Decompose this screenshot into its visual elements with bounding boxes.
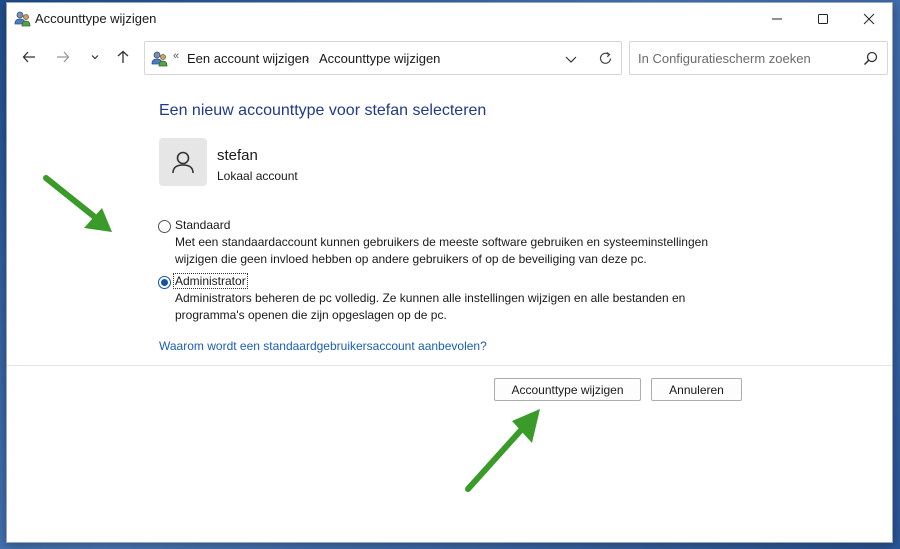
administrator-description-line1: Administrators beheren de pc volledig. Z… [175, 291, 686, 305]
breadcrumb-change-account-type[interactable]: Accounttype wijzigen [319, 51, 440, 66]
arrow-up-icon [117, 50, 129, 63]
chevron-right-icon: › [305, 50, 310, 65]
standard-radio[interactable] [158, 220, 171, 233]
search-icon [863, 51, 878, 66]
user-name: stefan [217, 147, 258, 164]
users-icon [14, 11, 31, 27]
standard-label[interactable]: Standaard [175, 218, 230, 232]
users-icon [151, 51, 168, 67]
arrow-left-icon [22, 51, 35, 63]
cancel-button[interactable]: Annuleren [651, 378, 742, 401]
close-icon [863, 13, 875, 25]
help-link[interactable]: Waarom wordt een standaardgebruikersacco… [159, 339, 487, 353]
standard-description-line2: wijzigen die geen invloed hebben op ande… [175, 252, 647, 266]
recent-locations-button[interactable] [85, 47, 105, 67]
refresh-icon[interactable] [597, 50, 614, 67]
address-bar[interactable]: « Een account wijzigen › Accounttype wij… [144, 41, 622, 75]
search-input[interactable]: In Configuratiescherm zoeken [629, 41, 888, 75]
change-account-type-button[interactable]: Accounttype wijzigen [494, 378, 641, 401]
window-controls [754, 3, 892, 35]
administrator-description-line2: programma's openen die zijn opgeslagen o… [175, 308, 447, 322]
avatar [159, 138, 207, 186]
breadcrumb-overflow[interactable]: « [173, 50, 179, 62]
minimize-button[interactable] [754, 3, 800, 35]
user-icon [172, 151, 194, 174]
arrow-right-icon [57, 51, 70, 63]
forward-button[interactable] [53, 47, 73, 67]
back-button[interactable] [19, 47, 39, 67]
breadcrumb-change-account[interactable]: Een account wijzigen [187, 51, 309, 66]
administrator-radio[interactable] [158, 276, 171, 289]
footer: Accounttype wijzigen Annuleren [7, 365, 892, 542]
standard-description: Met een standaardaccount kunnen gebruike… [175, 234, 755, 268]
minimize-icon [772, 18, 782, 20]
administrator-label[interactable]: Administrator [173, 273, 248, 289]
chevron-down-icon [91, 55, 99, 60]
maximize-button[interactable] [800, 3, 846, 35]
user-account-type: Lokaal account [217, 169, 298, 183]
page-title: Een nieuw accounttype voor stefan select… [159, 102, 487, 119]
window-title: Accounttype wijzigen [35, 11, 157, 26]
annotation-arrow-icon [43, 175, 112, 232]
maximize-icon [818, 14, 828, 24]
search-placeholder: In Configuratiescherm zoeken [638, 51, 811, 66]
annotation-arrow-icon [465, 409, 540, 492]
chevron-down-icon[interactable] [563, 51, 579, 67]
standard-description-line1: Met een standaardaccount kunnen gebruike… [175, 235, 708, 249]
administrator-description: Administrators beheren de pc volledig. Z… [175, 290, 755, 324]
close-button[interactable] [846, 3, 892, 35]
navigation-bar: « Een account wijzigen › Accounttype wij… [7, 35, 892, 79]
up-button[interactable] [113, 47, 133, 67]
title-bar: Accounttype wijzigen [7, 3, 892, 35]
account-type-window: Accounttype wijzigen « Een account wijzi… [6, 2, 893, 543]
